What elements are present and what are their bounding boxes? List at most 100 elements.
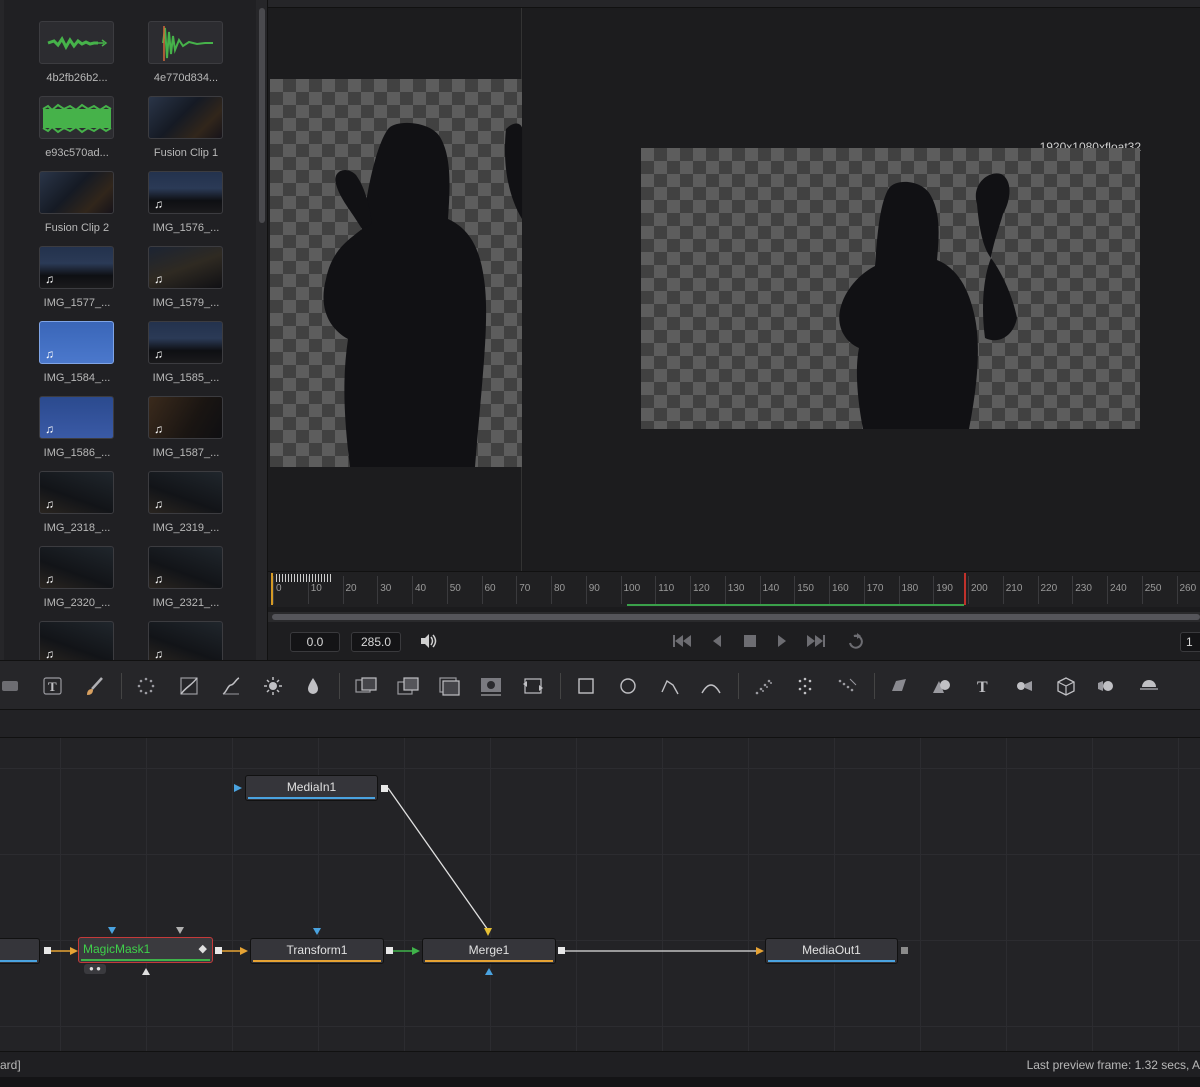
media-clip[interactable]: ♫ bbox=[39, 621, 149, 660]
viewer-image bbox=[641, 148, 1140, 429]
loop-icon[interactable] bbox=[846, 631, 868, 657]
ruler-tick-label: 80 bbox=[554, 583, 566, 594]
ruler-tick bbox=[655, 576, 657, 604]
media-pool-scrollbar[interactable] bbox=[259, 8, 265, 223]
scroll-track[interactable] bbox=[272, 614, 1200, 620]
music-note-icon: ♫ bbox=[45, 347, 54, 361]
node-options-dots[interactable]: ● ● bbox=[84, 964, 106, 974]
media-clip[interactable]: ♫ IMG_1585_... bbox=[148, 321, 256, 391]
playhead[interactable] bbox=[964, 573, 966, 605]
ruler-tick-label: 170 bbox=[866, 583, 884, 594]
output-port[interactable] bbox=[44, 947, 51, 954]
node-merge[interactable]: Merge1 bbox=[422, 938, 556, 964]
text-icon[interactable]: T bbox=[42, 675, 64, 697]
node-offscreen[interactable] bbox=[0, 938, 40, 964]
color-curves-icon[interactable] bbox=[178, 675, 200, 697]
right-viewer[interactable]: 1920x1080xfloat32 bbox=[523, 8, 1200, 571]
ruler-tick bbox=[412, 576, 413, 604]
media-clip[interactable]: 4e770d834... bbox=[148, 21, 256, 91]
polygon-mask-icon[interactable] bbox=[659, 675, 681, 697]
p-emitter-icon[interactable] bbox=[753, 675, 775, 697]
ruler-tick-label: 100 bbox=[623, 583, 641, 594]
music-note-icon: ♫ bbox=[154, 422, 163, 436]
shape3d-icon[interactable] bbox=[888, 675, 910, 697]
node-magicmask[interactable]: MagicMask1 ◆ bbox=[78, 937, 213, 963]
channel-booleans-icon[interactable] bbox=[437, 675, 460, 697]
video-thumbnail: ♫ bbox=[148, 246, 223, 289]
frame-field[interactable]: 1 bbox=[1180, 632, 1200, 652]
merge3d-icon[interactable] bbox=[930, 675, 952, 697]
camera3d-icon[interactable] bbox=[1012, 675, 1034, 697]
media-clip[interactable]: ♫ IMG_1576_... bbox=[148, 171, 256, 241]
clip-name: IMG_1585_... bbox=[152, 372, 220, 384]
media-clip[interactable]: Fusion Clip 1 bbox=[148, 96, 256, 166]
matte-control-icon[interactable] bbox=[479, 675, 501, 697]
node-mediain[interactable]: MediaIn1 bbox=[245, 775, 378, 801]
clip-name: Fusion Clip 2 bbox=[44, 222, 110, 234]
skip-to-start-icon[interactable] bbox=[671, 631, 693, 657]
global-end-field[interactable]: 285.0 bbox=[351, 632, 401, 652]
render-start-marker[interactable] bbox=[271, 573, 273, 605]
media-clip[interactable]: ♫ IMG_2321_... bbox=[148, 546, 256, 616]
ruler-tick bbox=[1072, 576, 1074, 604]
loader-saver-icon[interactable] bbox=[521, 675, 543, 697]
output-port[interactable] bbox=[381, 785, 388, 792]
clip-name: IMG_1579_... bbox=[152, 297, 220, 309]
clip-name: 4e770d834... bbox=[153, 72, 219, 84]
global-start-field[interactable]: 0.0 bbox=[290, 632, 340, 652]
media-clip[interactable]: ♫ bbox=[148, 621, 256, 660]
ruler-tick-label: 140 bbox=[762, 583, 780, 594]
merge-icon[interactable] bbox=[354, 675, 377, 697]
rectangle-mask-icon[interactable] bbox=[575, 675, 597, 697]
video-thumbnail bbox=[39, 171, 114, 214]
media-clip[interactable]: ♫ IMG_2319_... bbox=[148, 471, 256, 541]
speaker-icon[interactable] bbox=[418, 631, 438, 656]
clip-name: IMG_2320_... bbox=[43, 597, 111, 609]
bspline-mask-icon[interactable] bbox=[700, 675, 722, 697]
audio-thumbnail bbox=[39, 21, 114, 64]
stop-icon[interactable] bbox=[742, 631, 758, 657]
particles-icon[interactable] bbox=[135, 675, 157, 697]
node-editor[interactable]: MediaIn1 MagicMask1 ◆ ● ● Transform1 Mer… bbox=[0, 738, 1200, 1051]
light-icon[interactable] bbox=[1138, 675, 1160, 697]
step-back-icon[interactable] bbox=[710, 631, 724, 657]
media-clip[interactable]: ♫ IMG_1587_... bbox=[148, 396, 256, 466]
time-ruler[interactable]: 0 10 20 30 40 50 60 70 80 90 100 110 120 130 140 150 160… bbox=[268, 571, 1200, 607]
node-mediaout[interactable]: MediaOut1 bbox=[765, 938, 898, 964]
node-label: MediaIn1 bbox=[286, 780, 337, 794]
ellipse-mask-icon[interactable] bbox=[617, 675, 639, 697]
output-port[interactable] bbox=[558, 947, 565, 954]
paint-icon[interactable] bbox=[84, 675, 106, 697]
renderer3d-icon[interactable] bbox=[1055, 675, 1077, 697]
p-kill-icon[interactable] bbox=[836, 675, 858, 697]
clip-name: Fusion Clip 1 bbox=[153, 147, 219, 159]
image-plane-icon[interactable] bbox=[1096, 675, 1118, 697]
ruler-tick-label: 10 bbox=[310, 583, 322, 594]
brightness-icon[interactable] bbox=[262, 675, 284, 697]
toolbar-divider bbox=[121, 673, 122, 699]
ruler-tick bbox=[1176, 576, 1178, 604]
play-icon[interactable] bbox=[775, 631, 789, 657]
media-pool: 4b2fb26b2... 4e770d834... e93c570ad... F… bbox=[0, 0, 268, 660]
background-icon[interactable] bbox=[0, 675, 22, 697]
dissolve-icon[interactable] bbox=[396, 675, 419, 697]
p-render-icon[interactable] bbox=[794, 675, 816, 697]
node-transform[interactable]: Transform1 bbox=[250, 938, 384, 964]
skip-to-end-icon[interactable] bbox=[805, 631, 827, 657]
music-note-icon: ♫ bbox=[45, 272, 54, 286]
timeline-scrollbar[interactable] bbox=[268, 612, 1200, 622]
media-clip[interactable]: ♫ IMG_1579_... bbox=[148, 246, 256, 316]
output-port[interactable] bbox=[901, 947, 908, 954]
text3d-icon[interactable]: T bbox=[972, 675, 994, 697]
output-port[interactable] bbox=[215, 947, 222, 954]
video-thumbnail: ♫ bbox=[39, 246, 114, 289]
clip-name: IMG_2318_... bbox=[43, 522, 111, 534]
color-corrector-icon[interactable] bbox=[220, 675, 242, 697]
video-thumbnail: ♫ bbox=[39, 621, 114, 660]
ruler-tick-label: 120 bbox=[693, 583, 710, 594]
output-port[interactable] bbox=[386, 947, 393, 954]
left-viewer[interactable] bbox=[268, 8, 522, 571]
ruler-tick bbox=[690, 576, 691, 604]
clip-name: 4b2fb26b2... bbox=[46, 72, 108, 84]
blur-icon[interactable] bbox=[302, 675, 324, 697]
